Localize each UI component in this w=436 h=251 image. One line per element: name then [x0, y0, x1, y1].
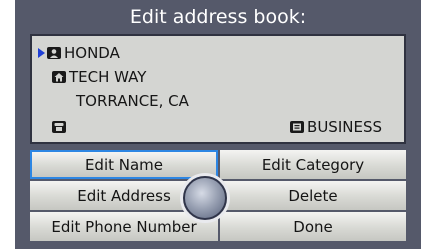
- entry-street: TECH WAY: [69, 68, 147, 86]
- person-icon: [47, 47, 61, 59]
- entry-category-row: BUSINESS: [290, 118, 382, 136]
- entry-city: TORRANCE, CA: [76, 92, 189, 110]
- arrow-right-icon: [38, 48, 45, 58]
- entry-name: HONDA: [64, 44, 120, 62]
- edit-phone-number-button[interactable]: Edit Phone Number: [30, 212, 218, 241]
- edit-name-button[interactable]: Edit Name: [30, 150, 218, 179]
- screen-title: Edit address book:: [129, 6, 307, 28]
- address-entry-panel: HONDA TECH WAY TORRANCE, CA BUSINESS: [30, 34, 406, 144]
- phone-icon: [52, 121, 66, 133]
- entry-street-row: TECH WAY: [52, 68, 146, 86]
- nav-screen: Edit address book: HONDA TECH WAY TORRAN…: [15, 0, 421, 249]
- entry-city-row: TORRANCE, CA: [76, 92, 189, 110]
- delete-button[interactable]: Delete: [220, 181, 406, 210]
- house-icon: [52, 71, 66, 83]
- entry-category: BUSINESS: [307, 118, 382, 136]
- edit-category-button[interactable]: Edit Category: [220, 150, 406, 179]
- category-icon: [290, 121, 305, 133]
- entry-name-row: HONDA: [38, 44, 120, 62]
- joystick-knob-icon[interactable]: [183, 176, 227, 220]
- entry-phone-row: [52, 118, 69, 136]
- done-button[interactable]: Done: [220, 212, 406, 241]
